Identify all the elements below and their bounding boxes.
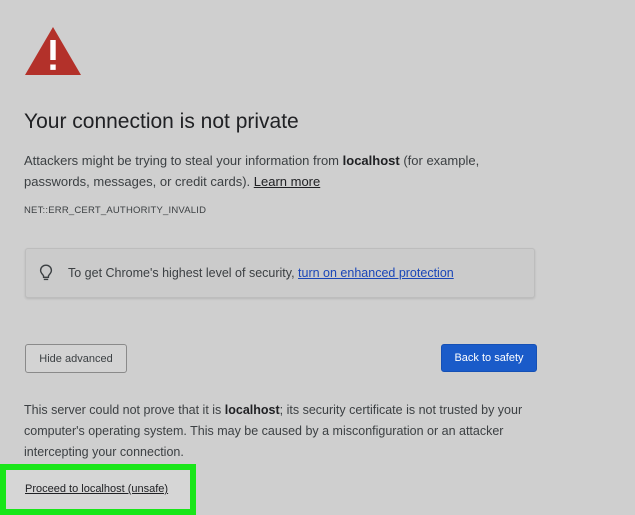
interstitial-page: Your connection is not private Attackers… (0, 0, 635, 515)
description-host: localhost (342, 153, 400, 168)
details-text-1: This server could not prove that it is (24, 403, 225, 417)
proceed-unsafe-link[interactable]: Proceed to localhost (unsafe) (25, 483, 168, 495)
warning-description: Attackers might be trying to steal your … (24, 150, 504, 192)
description-text-1: Attackers might be trying to steal your … (24, 153, 343, 168)
back-to-safety-button[interactable]: Back to safety (441, 344, 537, 372)
lightbulb-icon (39, 264, 53, 281)
advanced-details: This server could not prove that it is l… (24, 400, 544, 463)
hide-advanced-button[interactable]: Hide advanced (25, 344, 127, 373)
enhanced-protection-link[interactable]: turn on enhanced protection (298, 266, 454, 280)
error-code: NET::ERR_CERT_AUTHORITY_INVALID (24, 205, 207, 216)
details-host: localhost (224, 403, 280, 417)
enhanced-protection-text: To get Chrome's highest level of securit… (68, 266, 299, 280)
enhanced-protection-box: To get Chrome's highest level of securit… (25, 248, 535, 298)
learn-more-link[interactable]: Learn more (254, 174, 320, 189)
page-title: Your connection is not private (24, 110, 299, 133)
enhanced-protection-message: To get Chrome's highest level of securit… (68, 266, 454, 280)
warning-triangle-icon (25, 27, 81, 75)
